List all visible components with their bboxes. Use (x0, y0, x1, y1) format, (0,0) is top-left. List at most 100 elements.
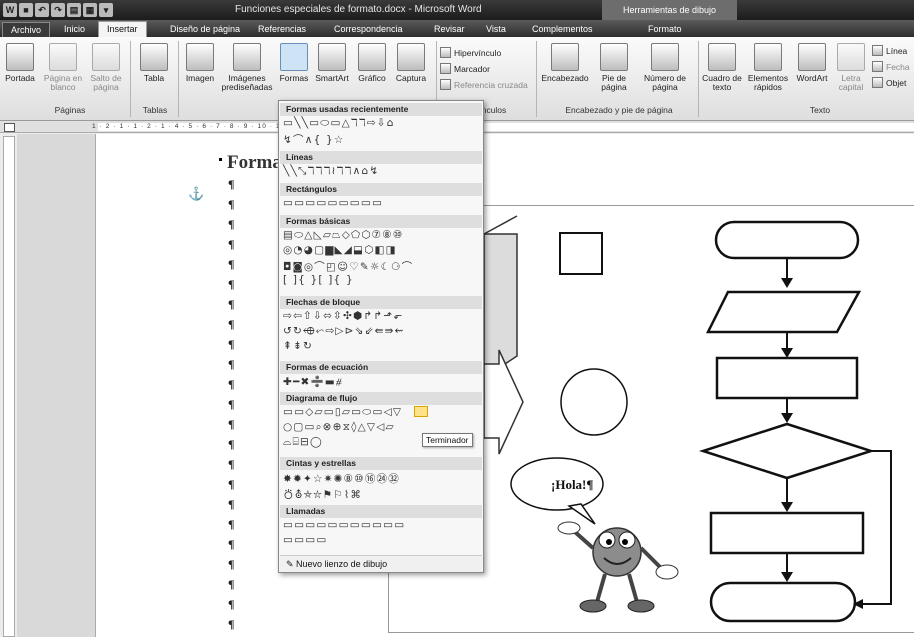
blank-page-icon (49, 43, 77, 71)
gallery-row[interactable]: ▭▭▭▭▭▭▭▭▭ (283, 197, 383, 209)
cuadro-de-texto-button[interactable]: Cuadro de texto (702, 43, 742, 92)
gallery-row[interactable]: ◎◔◕▢▆◣◢⬓⬡◧◨ (283, 244, 397, 256)
nuevo-lienzo-button[interactable]: ✎ Nuevo lienzo de dibujo (280, 555, 482, 572)
gallery-row[interactable]: ✸✹✦☆✷✺⑧⑩⑯㉔㉜ (283, 471, 400, 486)
salto-de-pagina-button[interactable]: Salto de página (88, 43, 124, 92)
tab-correspondencia[interactable]: Correspondencia (326, 22, 411, 37)
terminator-shape-highlight[interactable] (414, 406, 428, 417)
cartoon-pupil (622, 539, 628, 545)
paragraph-mark: ¶ (228, 237, 235, 251)
tab-revisar[interactable]: Revisar (426, 22, 473, 37)
captura-button[interactable]: Captura (392, 43, 430, 83)
undo-icon[interactable]: ↶ (35, 3, 49, 17)
print-icon[interactable]: ▦ (83, 3, 97, 17)
pie-de-pagina-button[interactable]: Pie de página (596, 43, 632, 92)
paragraph-mark: ¶ (228, 257, 235, 271)
paragraph-mark: ¶ (228, 537, 235, 551)
gallery-row[interactable]: ⛣⛢⛤⛥⚑⚐⌇⌘ (283, 486, 362, 502)
smartart-button[interactable]: SmartArt (312, 43, 352, 83)
speech-bubble-tail (567, 503, 596, 525)
wordart-button[interactable]: WordArt (794, 43, 830, 83)
gallery-row[interactable]: ▭▭▭▭▭▭▭▭▭▭▭ (283, 519, 405, 531)
save-icon[interactable]: ■ (19, 3, 33, 17)
paragraph-mark: ¶ (228, 617, 235, 631)
smartart-icon (318, 43, 346, 71)
tab-diseno-pagina[interactable]: Diseño de página (162, 22, 248, 37)
speech-bubble-text[interactable]: ¡Hola!¶ (551, 477, 593, 493)
formas-button[interactable]: Formas (276, 43, 312, 83)
gallery-row[interactable]: ↯⌒∧{ }☆ (283, 132, 345, 147)
elementos-rapidos-button[interactable]: Elementos rápidos (746, 43, 790, 92)
screenshot-icon (397, 43, 425, 71)
date-time-icon (872, 61, 883, 72)
gallery-row[interactable]: ▭▭◇▱▭▯▱▭⬭▭◁▽ (283, 406, 402, 419)
group-separator (698, 41, 699, 117)
tab-referencias[interactable]: Referencias (250, 22, 314, 37)
redo-icon[interactable]: ↷ (51, 3, 65, 17)
imagen-button[interactable]: Imagen (182, 43, 218, 83)
tab-insertar[interactable]: Insertar (98, 21, 147, 38)
tab-inicio[interactable]: Inicio (56, 22, 93, 37)
gallery-row[interactable]: ▭╲╲▭⬭▭△ℸℸ⇨⇩⌂ (283, 117, 395, 130)
tab-complementos[interactable]: Complementos (524, 22, 601, 37)
flowchart-process-shape (709, 511, 865, 555)
portada-button[interactable]: Portada (4, 43, 36, 83)
paragraph-mark: ¶ (228, 377, 235, 391)
gallery-row[interactable]: ▤⬭△◺▱⏢◇⬠⬡⑦⑧⑩ (283, 229, 404, 242)
imagenes-prediseñadas-button[interactable]: Imágenes prediseñadas (220, 43, 274, 92)
shapes-gallery-dropdown[interactable]: Formas usadas recientemente ▭╲╲▭⬭▭△ℸℸ⇨⇩⌂… (278, 100, 484, 573)
gallery-section-cintas: Cintas y estrellas (280, 457, 482, 470)
square-shape (559, 232, 603, 275)
grafico-button[interactable]: Gráfico (354, 43, 390, 83)
gallery-row[interactable]: ⇨⇦⇧⇩⬄⇳✣⬢↱↱⬏⬐ (283, 310, 403, 322)
pagina-en-blanco-button[interactable]: Página en blanco (42, 43, 84, 92)
anchor-icon: ⚓ (188, 186, 205, 201)
tab-archivo[interactable]: Archivo (2, 22, 51, 37)
objeto-button[interactable]: Objet (872, 77, 906, 88)
group-label-encabezado: Encabezado y pie de página (565, 105, 673, 115)
quick-parts-icon (754, 43, 782, 71)
gallery-row[interactable]: ╲╲⤡ℸℸℸ≀ℸℸ∧⌂↯ (283, 165, 379, 178)
page-number-icon (651, 43, 679, 71)
word-icon[interactable]: W (3, 3, 17, 17)
vertical-ruler[interactable] (3, 136, 15, 637)
cross-reference-icon (440, 79, 451, 90)
marcador-button[interactable]: Marcador (440, 63, 490, 74)
gallery-row[interactable]: [ ]{ }[ ]{ } (283, 274, 354, 286)
referencia-cruzada-button[interactable]: Referencia cruzada (440, 79, 528, 90)
block-arrow-shape (483, 349, 524, 455)
drawing-tools-context-label: Herramientas de dibujo (602, 0, 737, 20)
flowchart-terminator-shape (709, 581, 857, 623)
encabezado-button[interactable]: Encabezado (540, 43, 590, 83)
document-heading[interactable]: Forma (227, 152, 282, 174)
table-icon (140, 43, 168, 71)
gallery-section-llamadas: Llamadas (280, 505, 482, 518)
gallery-section-recientes: Formas usadas recientemente (280, 103, 482, 116)
gallery-row[interactable]: ⇞⇟↻ (283, 340, 313, 352)
gallery-row[interactable]: ○▢▭⌕⊗⊕⧖◊△▽◁▱ (283, 421, 395, 434)
open-icon[interactable]: ▤ (67, 3, 81, 17)
fecha-y-hora-button[interactable]: Fecha (872, 61, 910, 72)
paragraph-mark: ¶ (228, 497, 235, 511)
circle-shape (560, 368, 628, 436)
gallery-row[interactable]: ✚━✖➗▬⧣ (283, 375, 343, 389)
paragraph-mark: ¶ (228, 457, 235, 471)
gallery-row[interactable]: ◘◙◎⌒◰☺♡✎☼☾⚆⌒ (283, 259, 413, 274)
tab-selector-icon[interactable] (4, 123, 15, 132)
tooltip: Terminador (422, 433, 473, 447)
paragraph-mark: ¶ (228, 437, 235, 451)
arrowhead (781, 348, 793, 358)
gallery-row[interactable]: ⌓⌸⊟◯ (283, 436, 323, 449)
paragraph-mark: ¶ (228, 417, 235, 431)
hipervinculo-button[interactable]: Hipervínculo (440, 47, 501, 58)
flowchart-data-shape (705, 290, 862, 334)
tab-formato[interactable]: Formato (640, 22, 690, 37)
letra-capital-button[interactable]: Letra capital (834, 43, 868, 92)
gallery-row[interactable]: ▭▭▭▭ (283, 534, 327, 546)
tab-vista[interactable]: Vista (478, 22, 514, 37)
numero-de-pagina-button[interactable]: Número de página (640, 43, 690, 92)
customize-qat-icon[interactable]: ▾ (99, 3, 113, 17)
tabla-button[interactable]: Tabla (138, 43, 170, 83)
linea-de-firma-button[interactable]: Línea (872, 45, 907, 56)
gallery-row[interactable]: ↺↻⬲⬿⇨▷⊳⇘⇙⇚⇛⇜ (283, 325, 405, 338)
